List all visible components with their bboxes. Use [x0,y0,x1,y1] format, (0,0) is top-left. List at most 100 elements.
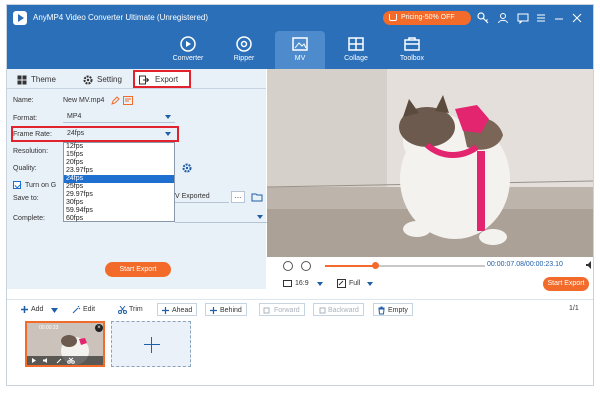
clip-toolbar: Add Edit Trim Ahead Behind Forward Backw… [7,299,593,317]
nav-toolbox-label: Toolbox [399,55,425,62]
scissors-icon [118,305,127,314]
frame-rate-select[interactable]: 24fps [63,128,175,140]
tab-theme-label: Theme [31,75,56,84]
frame-rate-option[interactable]: 15fps [64,151,174,159]
pause-icon[interactable] [283,261,293,271]
zoom-icon [337,279,346,288]
chevron-down-icon[interactable] [367,282,373,286]
tab-theme[interactable]: Theme [15,72,56,88]
edit-button[interactable]: Edit [69,303,95,316]
forward-label: Forward [274,307,300,314]
volume-icon[interactable] [585,260,594,270]
window-title: AnyMP4 Video Converter Ultimate (Unregis… [33,13,209,22]
browse-button[interactable]: ... [231,191,245,203]
panel-tabs: Theme Setting Export [7,69,266,89]
frame-rate-option[interactable]: 30fps [64,199,174,207]
disc-icon [236,36,252,52]
nav-collage[interactable]: Collage [331,31,381,69]
format-label: Format: [13,115,38,122]
forward-icon [263,307,270,314]
trim-label: Trim [129,306,143,313]
name-label: Name: [13,97,34,104]
frame-rate-label: Frame Rate: [13,131,52,138]
chevron-down-icon [165,115,171,119]
frame-rate-option[interactable]: 59.94fps [64,207,174,215]
video-preview [267,69,593,257]
ahead-button[interactable]: Ahead [157,303,198,316]
empty-button[interactable]: Empty [373,303,413,316]
time-readout: 00:00:07.08/00:00:23.10 [487,261,563,268]
seek-handle[interactable] [371,262,379,269]
start-export-button[interactable]: Start Export [105,262,171,277]
quality-label: Quality: [13,165,37,172]
frame-rate-value: 24fps [67,130,85,137]
nav-converter-label: Converter [172,55,204,62]
folder-icon[interactable] [251,191,263,203]
title-bar: AnyMP4 Video Converter Ultimate (Unregis… [7,5,593,31]
feedback-icon[interactable] [517,12,529,25]
clip-duration: 00:00:23 [39,325,59,331]
seek-bar[interactable] [325,262,485,269]
frame-rate-option[interactable]: 29.97fps [64,191,174,199]
frame-rate-option[interactable]: 12fps [64,143,174,151]
gpu-checkbox[interactable] [13,181,21,189]
behind-label: Behind [220,307,242,314]
clip-thumb-controls [27,356,103,365]
frame-rate-option[interactable]: 25fps [64,183,174,191]
frame-rate-option[interactable]: 20fps [64,159,174,167]
tab-setting-label: Setting [97,75,122,84]
nav-toolbox[interactable]: Toolbox [387,31,437,69]
backward-button[interactable]: Backward [313,303,364,316]
frame-rate-option-selected[interactable]: 24fps [64,175,174,183]
plus-icon [162,307,169,314]
page-indicator: 1/1 [569,305,579,312]
toolbox-icon [404,37,420,51]
tab-export[interactable]: Export [133,70,191,88]
close-icon[interactable] [571,12,583,24]
minimize-icon[interactable] [553,12,565,24]
app-window: AnyMP4 Video Converter Ultimate (Unregis… [6,4,594,386]
nav-ripper[interactable]: Ripper [219,31,269,69]
frame-rate-option[interactable]: 23.97fps [64,167,174,175]
name-value[interactable]: New MV.mp4 [63,97,104,104]
clip-thumbnail[interactable]: 00:00:23 × [25,321,105,367]
complete-select[interactable] [175,211,267,223]
start-export-button-preview[interactable]: Start Export [543,277,589,291]
menu-icon[interactable] [535,12,547,24]
save-to-path[interactable]: V Exported [175,191,229,203]
converter-icon [180,36,196,52]
edit-pencil-icon[interactable] [111,96,120,105]
tab-setting[interactable]: Setting [81,72,122,88]
add-clip-slot[interactable] [111,321,191,367]
nav-converter[interactable]: Converter [163,31,213,69]
user-icon[interactable] [497,12,509,24]
backward-label: Backward [328,307,359,314]
behind-button[interactable]: Behind [205,303,247,316]
nav-mv[interactable]: MV [275,31,325,69]
frame-rate-option[interactable]: 60fps [64,215,174,223]
clip-remove-icon[interactable]: × [95,324,103,332]
trim-button[interactable]: Trim [115,303,143,316]
format-select[interactable]: MP4 [63,111,175,123]
pricing-button[interactable]: Pricing-50% OFF [383,11,471,25]
aspect-ratio-value[interactable]: 16:9 [295,280,309,287]
quality-settings-gear-icon[interactable] [182,163,192,173]
nav-mv-label: MV [294,55,306,62]
plus-icon [21,306,28,313]
zoom-value[interactable]: Full [349,280,360,287]
seek-progress [325,265,375,267]
add-dropdown-chevron-icon[interactable] [51,308,58,313]
add-button[interactable]: Add [17,303,43,316]
save-to-label: Save to: [13,195,39,202]
id3-icon[interactable] [123,96,133,105]
main-nav: Converter Ripper MV Collage Toolbox [7,31,593,69]
forward-button[interactable]: Forward [259,303,305,316]
clip-controls-icons [32,357,75,364]
format-value: MP4 [67,113,82,120]
stop-icon[interactable] [301,261,311,271]
magic-wand-icon [72,305,81,314]
key-icon[interactable] [477,12,489,24]
pricing-label: Pricing-50% OFF [401,14,455,21]
chevron-down-icon[interactable] [317,282,323,286]
mv-icon [292,37,308,51]
